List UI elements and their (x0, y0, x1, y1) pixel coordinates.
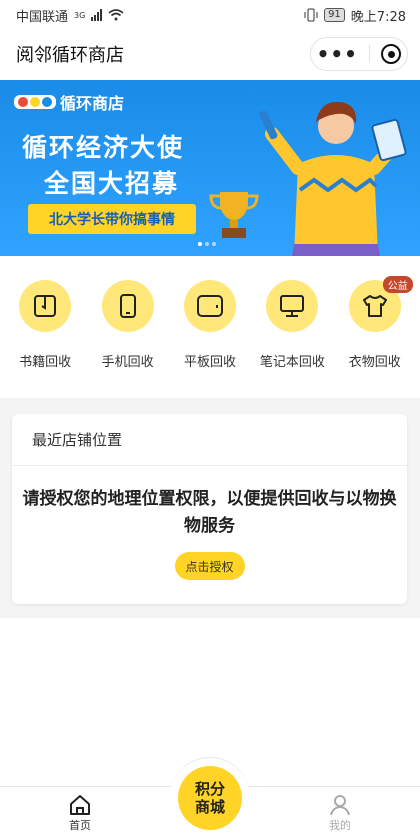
trophy-icon (209, 192, 259, 238)
signal-icon (91, 9, 103, 21)
promo-banner[interactable]: 循环商店 循环经济大使 全国大招募 北大学长带你搞事情 (0, 80, 420, 256)
wifi-icon (108, 9, 124, 21)
vibrate-icon (304, 8, 318, 22)
phone-icon (119, 294, 136, 318)
points-mall-button[interactable]: 积分 商城 (178, 765, 242, 830)
logo-mark-icon (14, 95, 56, 109)
nearest-store-card: 最近店铺位置 请授权您的地理位置权限，以便提供回收与以物换物服务 点击授权 (12, 414, 407, 604)
capsule-divider (369, 45, 371, 63)
category-label: 衣物回收 (348, 355, 401, 370)
close-mini-program-icon[interactable] (381, 44, 402, 64)
laptop-icon (280, 295, 305, 317)
store-logo: 循环商店 (14, 90, 124, 114)
book-icon (34, 295, 57, 317)
banner-tagline: 北大学长带你搞事情 (28, 204, 196, 234)
authorize-button[interactable]: 点击授权 (174, 552, 245, 580)
category-tablets[interactable]: 平板回收 (170, 280, 250, 380)
category-books[interactable]: 书籍回收 (5, 280, 85, 380)
tshirt-icon (362, 295, 387, 317)
tab-home[interactable]: 首页 (50, 793, 110, 833)
location-permission-message: 请授权您的地理位置权限，以便提供回收与以物换物服务 (22, 489, 397, 536)
home-icon (70, 795, 90, 815)
tab-label: 首页 (69, 819, 91, 832)
category-label: 书籍回收 (19, 355, 72, 370)
banner-pagination (198, 242, 216, 246)
tab-label: 我的 (329, 819, 351, 832)
category-label: 笔记本回收 (259, 355, 325, 370)
category-phones[interactable]: 手机回收 (88, 280, 168, 380)
category-label: 手机回收 (101, 355, 154, 370)
tablet-icon (196, 295, 223, 317)
logo-text: 循环商店 (60, 94, 125, 113)
page-title: 阅邻循环商店 (16, 45, 124, 66)
tab-mine[interactable]: 我的 (310, 793, 370, 833)
points-mall-tab-wrap: 积分 商城 (170, 757, 250, 837)
points-mall-label-1: 积分 (194, 779, 225, 798)
category-clothes[interactable]: 公益 衣物回收 (335, 276, 415, 380)
category-laptops[interactable]: 笔记本回收 (252, 280, 332, 380)
card-title: 最近店铺位置 (12, 414, 407, 466)
carrier-label: 中国联通 (16, 9, 69, 25)
category-label: 平板回收 (183, 355, 236, 370)
network-type: 3G (74, 10, 86, 20)
charity-badge: 公益 (382, 276, 413, 293)
user-icon (330, 795, 350, 816)
more-menu-icon[interactable]: ••• (317, 44, 358, 64)
banner-headline: 循环经济大使 (22, 133, 185, 162)
battery-indicator: 91 (324, 8, 345, 22)
recycle-categories: 书籍回收 手机回收 平板回收 笔记本回收 公益 衣物回收 (0, 276, 420, 380)
mini-program-capsule: ••• (310, 37, 408, 71)
points-mall-label-2: 商城 (194, 797, 225, 816)
nav-bar: 阅邻循环商店 ••• (0, 30, 420, 78)
mascot-illustration (259, 101, 407, 256)
status-bar: 中国联通 3G 91 晚上7:28 (0, 0, 420, 30)
clock: 晚上7:28 (350, 9, 406, 25)
banner-subheadline: 全国大招募 (44, 169, 180, 198)
